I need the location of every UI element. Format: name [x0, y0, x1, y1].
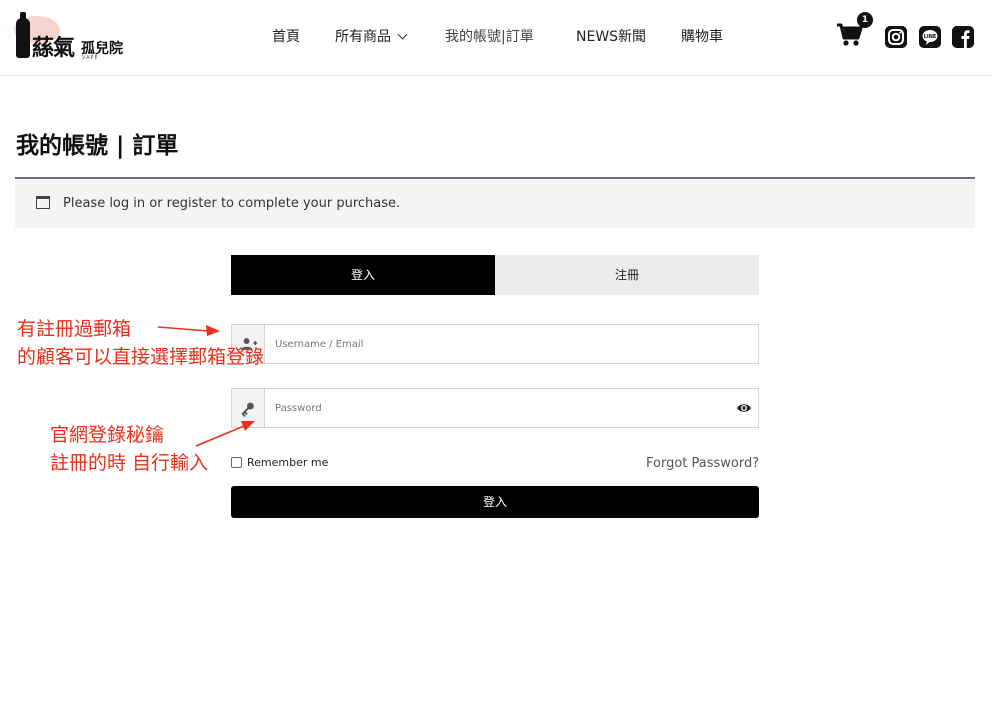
annotation-password-line1: 官網登錄秘鑰 [50, 424, 165, 446]
annotation-email-line2: 的顧客可以直接選擇郵箱登錄 [17, 346, 265, 368]
annotation-email-note: 有註冊過郵箱 的顧客可以直接選擇郵箱登錄 [17, 315, 264, 371]
nav-item-all-products-label: 所有商品 [335, 29, 391, 45]
logo-text-main: 蕬氣 [32, 36, 75, 61]
cart-count-badge: 1 [857, 12, 873, 28]
line-icon[interactable]: LINE [919, 26, 941, 48]
login-submit-button[interactable]: 登入 [231, 486, 759, 518]
nav-item-news[interactable]: NEWS新聞 [576, 26, 646, 46]
logo-tagline: VAPE [82, 55, 99, 61]
forgot-password-link[interactable]: Forgot Password? [646, 456, 759, 471]
remember-me-label: Remember me [247, 456, 329, 469]
annotation-password-note: 官網登錄秘鑰 註冊的時 自行輸入 [50, 421, 208, 477]
window-icon [36, 196, 50, 209]
svg-text:LINE: LINE [924, 34, 937, 40]
site-header: 蕬氣 孤兒院 VAPE 首頁 所有商品 我的帳號|訂單 NEWS新聞 購物車 1… [0, 0, 992, 76]
remember-me-checkbox[interactable] [231, 456, 242, 468]
chevron-down-icon [397, 29, 408, 40]
password-field-wrapper [231, 388, 759, 428]
nav-item-my-account[interactable]: 我的帳號|訂單 [445, 26, 534, 46]
nav-item-home[interactable]: 首頁 [272, 26, 300, 46]
site-logo[interactable]: 蕬氣 孤兒院 VAPE [14, 12, 126, 61]
login-notice: Please log in or register to complete yo… [15, 177, 975, 228]
remember-me-control[interactable]: Remember me [231, 456, 328, 472]
notice-text: Please log in or register to complete yo… [63, 196, 401, 211]
username-field-wrapper [231, 324, 759, 364]
instagram-icon[interactable] [885, 26, 907, 48]
logo-bottle-icon [16, 12, 30, 58]
facebook-icon[interactable] [952, 26, 974, 48]
show-password-eye-icon[interactable] [736, 401, 752, 415]
nav-item-all-products[interactable]: 所有商品 [335, 26, 408, 46]
nav-item-cart[interactable]: 購物車 [681, 26, 723, 46]
annotation-password-line2: 註冊的時 自行輸入 [50, 452, 209, 474]
page-title: 我的帳號 | 訂單 [16, 133, 179, 159]
username-input[interactable] [265, 325, 725, 363]
password-input[interactable] [265, 389, 725, 427]
key-icon [232, 389, 265, 427]
tab-login[interactable]: 登入 [231, 255, 495, 295]
annotation-email-line1: 有註冊過郵箱 [17, 318, 132, 340]
tab-register[interactable]: 注冊 [495, 255, 759, 295]
